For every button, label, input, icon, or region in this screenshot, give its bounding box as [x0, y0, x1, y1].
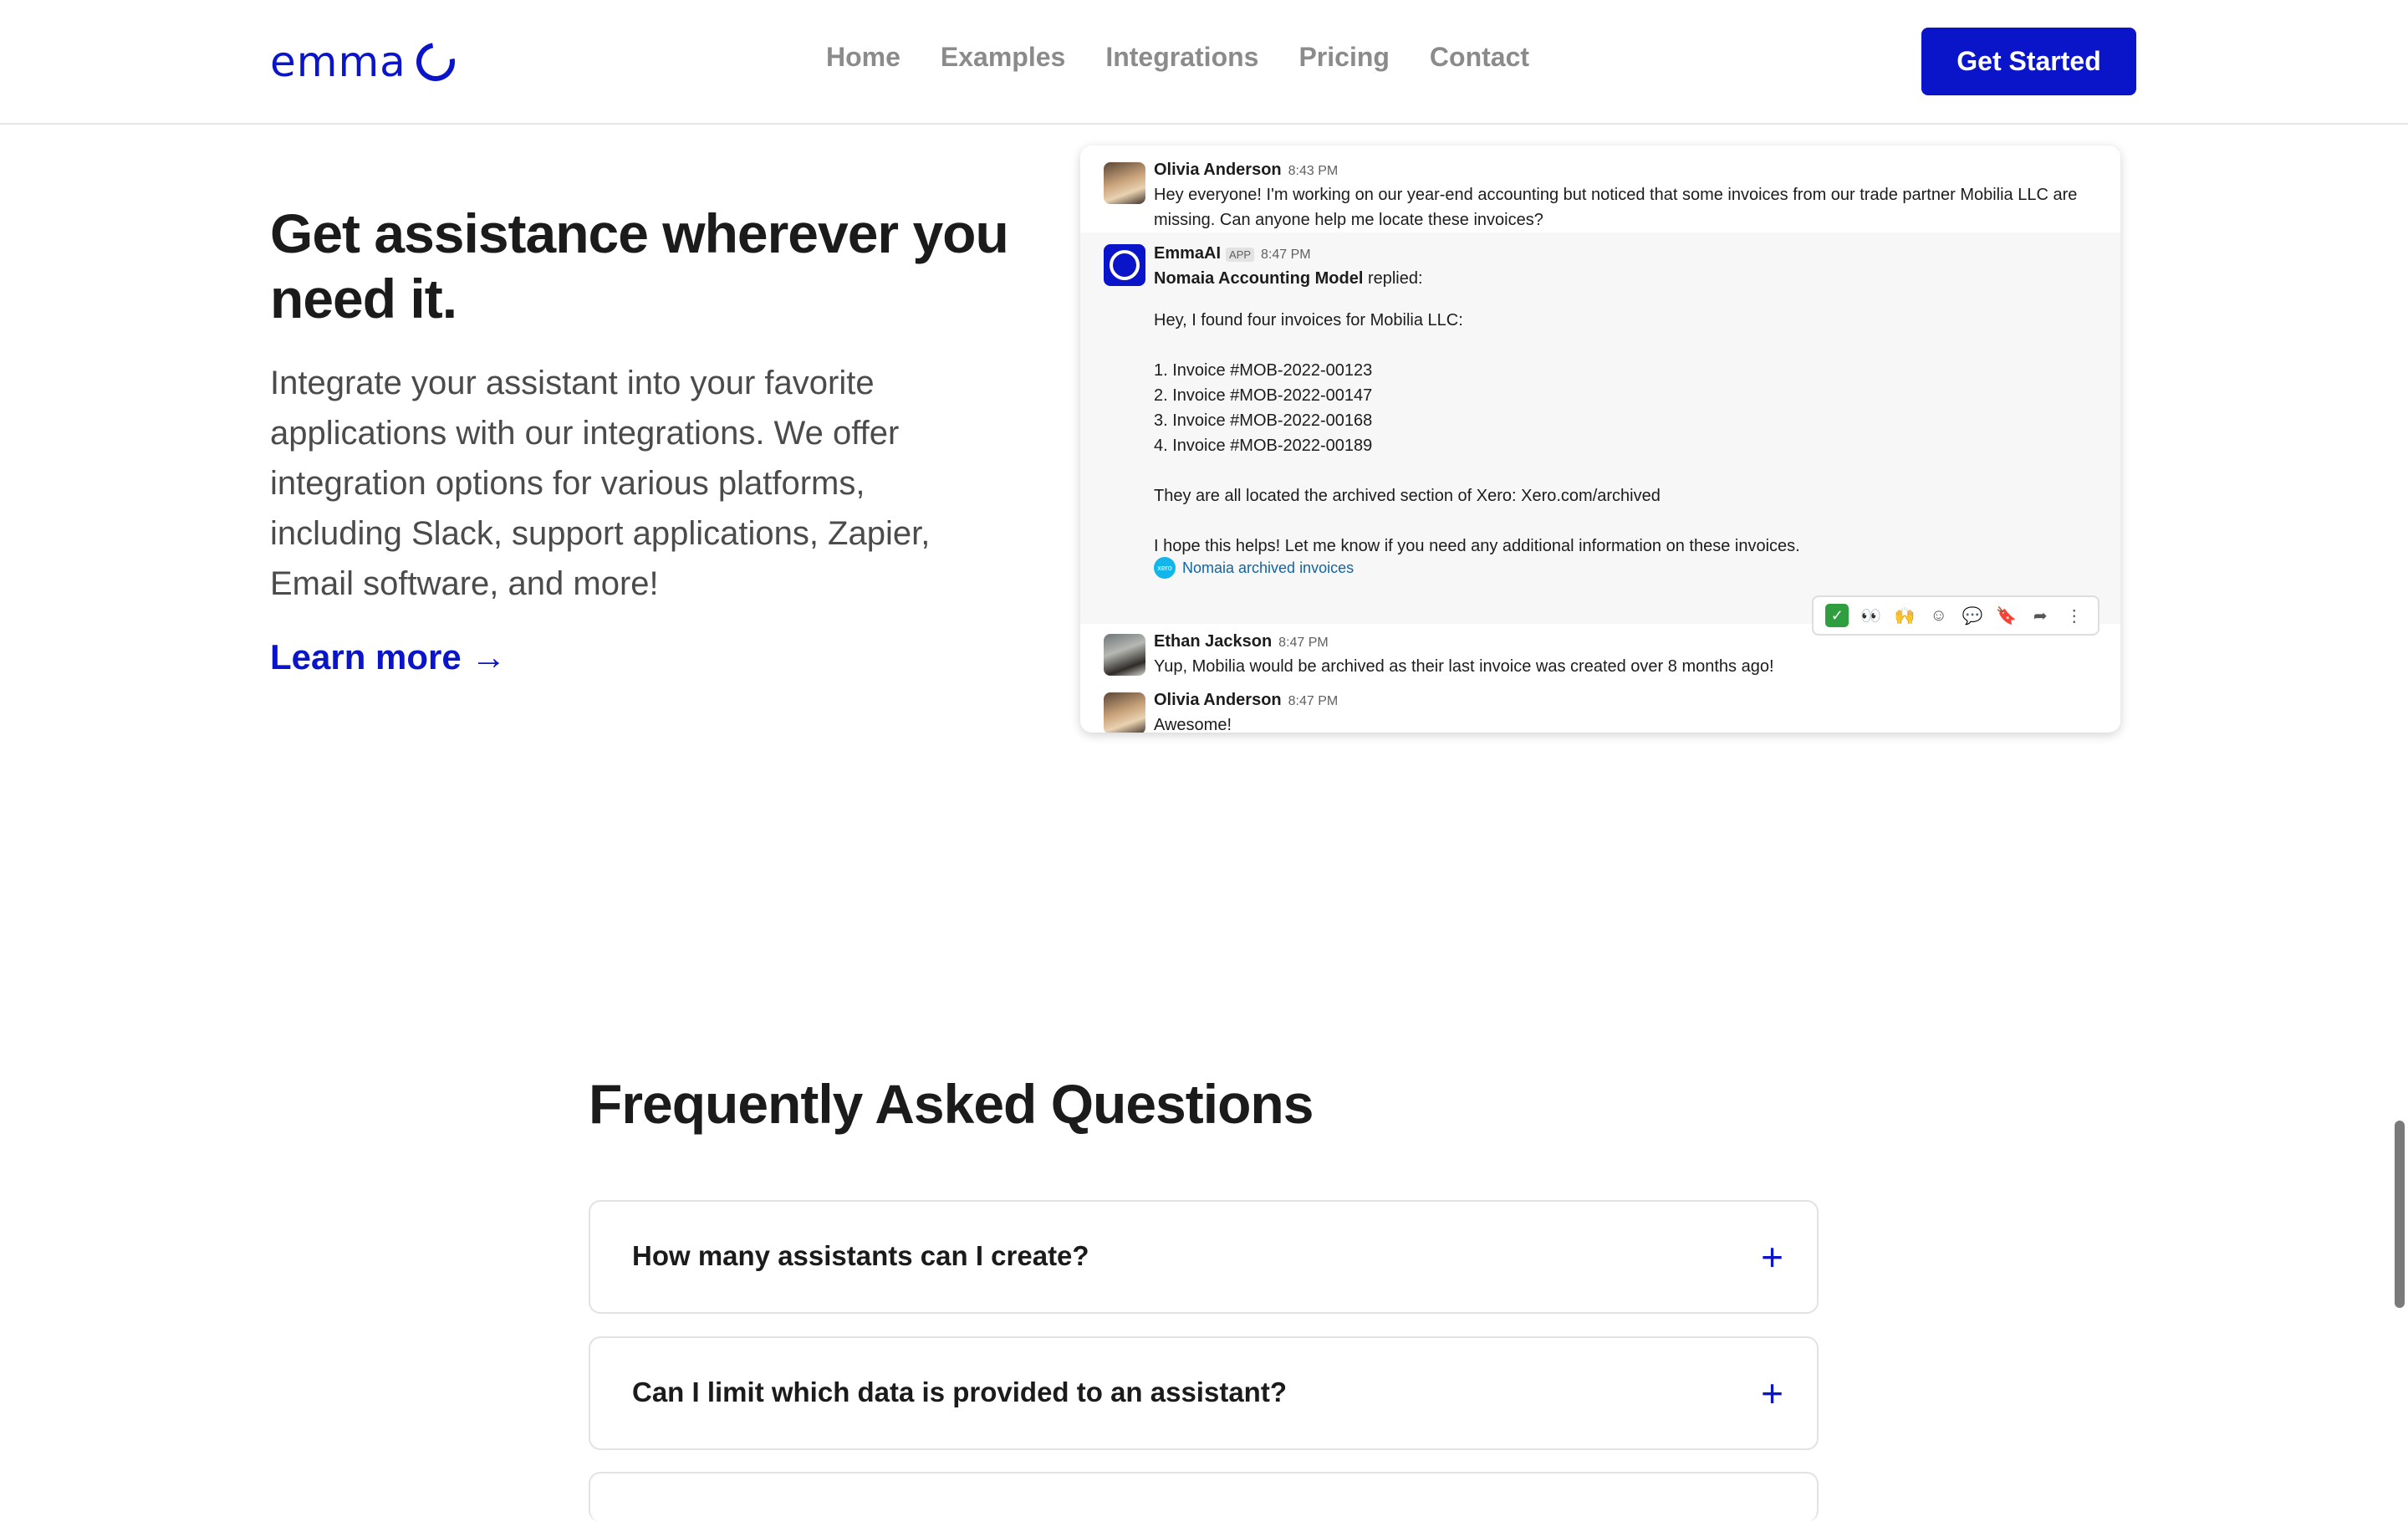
nav-pricing[interactable]: Pricing [1298, 42, 1389, 73]
author-name: EmmaAI [1154, 244, 1222, 263]
faq-title: Frequently Asked Questions [589, 1073, 1314, 1135]
expand-plus-icon[interactable]: + [1761, 1368, 1783, 1418]
author-name: Olivia Anderson [1154, 161, 1282, 179]
main-nav: Home Examples Integrations Pricing Conta… [826, 42, 1529, 73]
nav-integrations[interactable]: Integrations [1105, 42, 1258, 73]
avatar [1104, 162, 1145, 204]
message-time: 8:43 PM [1288, 164, 1339, 178]
message-time: 8:47 PM [1288, 694, 1339, 708]
replied-label: replied: [1367, 269, 1423, 288]
chat-message-olivia-2: Olivia Anderson 8:47 PM Awesome! [1080, 682, 2120, 733]
faq-item[interactable]: Can I limit which data is provided to an… [589, 1336, 1819, 1450]
nav-home[interactable]: Home [826, 42, 900, 73]
message-time: 8:47 PM [1278, 636, 1329, 650]
message-text: Hey, I found four invoices for Mobilia L… [1154, 311, 1800, 555]
site-header: emma Home Examples Integrations Pricing … [0, 0, 2408, 125]
author-name: Olivia Anderson [1154, 691, 1282, 709]
avatar [1104, 692, 1145, 733]
expand-plus-icon[interactable]: + [1761, 1232, 1783, 1282]
author-name: Ethan Jackson [1154, 632, 1273, 651]
chat-message-emmaai: EmmaAI APP 8:47 PM Nomaia Accounting Model… [1080, 232, 2120, 624]
model-name[interactable]: Nomaia Accounting Model [1154, 269, 1363, 288]
message-author: EmmaAI APP 8:47 PM [1154, 244, 1311, 263]
message-author: Olivia Anderson 8:43 PM [1154, 161, 1338, 180]
avatar [1104, 634, 1145, 676]
faq-question: Can I limit which data is provided to an… [632, 1376, 1287, 1407]
get-started-button[interactable]: Get Started [1921, 28, 2136, 95]
logo-ring-icon [408, 34, 462, 89]
message-time: 8:47 PM [1261, 248, 1311, 262]
message-text: Awesome! [1154, 716, 1232, 733]
hero-description: Integrate your assistant into your favor… [270, 365, 931, 602]
emma-logo[interactable]: emma [270, 34, 462, 89]
emma-ring-icon [1110, 250, 1140, 280]
nav-contact[interactable]: Contact [1430, 42, 1529, 73]
nav-examples[interactable]: Examples [941, 42, 1065, 73]
message-author: Olivia Anderson 8:47 PM [1154, 691, 1338, 710]
app-badge: APP [1226, 248, 1255, 262]
attachment-link[interactable]: xero Nomaia archived invoices [1154, 557, 1354, 579]
faq-item-partial[interactable] [589, 1472, 1819, 1522]
attachment-label: Nomaia archived invoices [1182, 559, 1354, 576]
message-text: Yup, Mobilia would be archived as their … [1154, 657, 1774, 676]
faq-item[interactable]: How many assistants can I create? + [589, 1200, 1819, 1314]
model-reply-line: Nomaia Accounting Model replied: [1154, 269, 1423, 289]
hero-title: Get assistance wherever you need it. [270, 202, 1009, 329]
emmaai-avatar [1104, 244, 1145, 286]
slack-chat-preview: Olivia Anderson 8:43 PM Hey everyone! I'm… [1080, 146, 2120, 733]
learn-more-link[interactable]: Learn more → [270, 637, 506, 677]
chat-message-ethan: Ethan Jackson 8:47 PM Yup, Mobilia would … [1080, 624, 2120, 682]
logo-wordmark: emma [270, 38, 406, 86]
message-text: Hey everyone! I'm working on our year-en… [1154, 186, 2078, 229]
scrollbar-thumb[interactable] [2395, 1121, 2405, 1308]
faq-question: How many assistants can I create? [632, 1240, 1089, 1271]
chat-message-olivia-1: Olivia Anderson 8:43 PM Hey everyone! I'm… [1080, 146, 2120, 232]
xero-icon: xero [1154, 557, 1176, 579]
message-author: Ethan Jackson 8:47 PM [1154, 632, 1329, 651]
